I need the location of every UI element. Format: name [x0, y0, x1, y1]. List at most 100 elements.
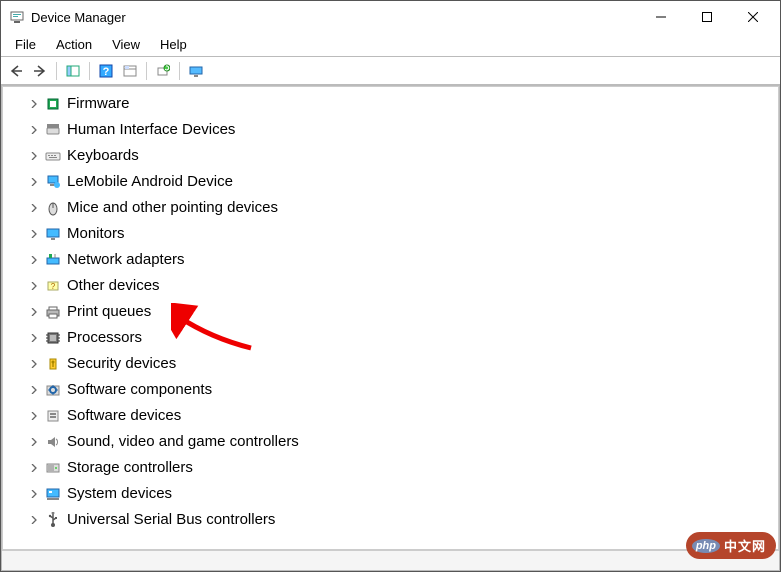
mouse-icon — [45, 200, 61, 216]
watermark-logo: php — [692, 539, 720, 553]
chevron-right-icon[interactable] — [27, 487, 41, 501]
tree-item-software-comp[interactable]: Software components — [9, 377, 778, 403]
device-manager-window: Device Manager File Action View Help ? F… — [0, 0, 781, 572]
toolbar-separator — [56, 62, 57, 80]
tree-item-mouse[interactable]: Mice and other pointing devices — [9, 195, 778, 221]
chevron-right-icon[interactable] — [27, 175, 41, 189]
chevron-right-icon[interactable] — [27, 461, 41, 475]
tree-item-printer[interactable]: Print queues — [9, 299, 778, 325]
usb-icon — [45, 512, 61, 528]
tree-item-label: Other devices — [67, 273, 160, 299]
tree-item-android[interactable]: LeMobile Android Device — [9, 169, 778, 195]
tree-item-label: Sound, video and game controllers — [67, 429, 299, 455]
titlebar: Device Manager — [1, 1, 780, 33]
chevron-right-icon[interactable] — [27, 513, 41, 527]
tree-item-label: Storage controllers — [67, 455, 193, 481]
firmware-icon — [45, 96, 61, 112]
sound-icon — [45, 434, 61, 450]
toolbar: ? — [1, 57, 780, 85]
menu-file[interactable]: File — [5, 35, 46, 54]
chevron-right-icon[interactable] — [27, 383, 41, 397]
storage-icon — [45, 460, 61, 476]
tree-item-label: Universal Serial Bus controllers — [67, 507, 275, 533]
tree-item-label: Print queues — [67, 299, 151, 325]
tree-item-label: Security devices — [67, 351, 176, 377]
tree-item-label: Firmware — [67, 91, 130, 117]
tree-item-hid[interactable]: Human Interface Devices — [9, 117, 778, 143]
tree-item-label: Monitors — [67, 221, 125, 247]
menu-help[interactable]: Help — [150, 35, 197, 54]
tree-item-sound[interactable]: Sound, video and game controllers — [9, 429, 778, 455]
tree-item-security[interactable]: Security devices — [9, 351, 778, 377]
scan-hardware-button[interactable] — [152, 60, 174, 82]
tree-item-network[interactable]: Network adapters — [9, 247, 778, 273]
toolbar-separator — [89, 62, 90, 80]
security-icon — [45, 356, 61, 372]
watermark-text: 中文网 — [724, 536, 766, 555]
chevron-right-icon[interactable] — [27, 253, 41, 267]
svg-text:?: ? — [51, 282, 56, 291]
watermark: php 中文网 — [686, 532, 776, 559]
chevron-right-icon[interactable] — [27, 279, 41, 293]
window-controls — [638, 1, 776, 33]
software-comp-icon — [45, 382, 61, 398]
chevron-right-icon[interactable] — [27, 305, 41, 319]
chevron-right-icon[interactable] — [27, 97, 41, 111]
back-button[interactable] — [5, 60, 27, 82]
statusbar — [2, 550, 779, 570]
app-icon — [9, 9, 25, 25]
tree-item-label: Network adapters — [67, 247, 185, 273]
tree-item-system[interactable]: System devices — [9, 481, 778, 507]
devices-by-connection-button[interactable] — [185, 60, 207, 82]
chevron-right-icon[interactable] — [27, 409, 41, 423]
network-icon — [45, 252, 61, 268]
svg-text:?: ? — [103, 66, 110, 78]
android-icon — [45, 174, 61, 190]
tree-item-label: LeMobile Android Device — [67, 169, 233, 195]
tree-item-software-dev[interactable]: Software devices — [9, 403, 778, 429]
hid-icon — [45, 122, 61, 138]
menu-view[interactable]: View — [102, 35, 150, 54]
content-frame: FirmwareHuman Interface DevicesKeyboards… — [1, 85, 780, 571]
tree-item-label: Keyboards — [67, 143, 139, 169]
chevron-right-icon[interactable] — [27, 435, 41, 449]
chevron-right-icon[interactable] — [27, 149, 41, 163]
software-dev-icon — [45, 408, 61, 424]
close-button[interactable] — [730, 1, 776, 33]
printer-icon — [45, 304, 61, 320]
tree-item-storage[interactable]: Storage controllers — [9, 455, 778, 481]
tree-item-keyboard[interactable]: Keyboards — [9, 143, 778, 169]
tree-item-label: Processors — [67, 325, 142, 351]
tree-item-processor[interactable]: Processors — [9, 325, 778, 351]
monitor-icon — [45, 226, 61, 242]
show-hide-tree-button[interactable] — [62, 60, 84, 82]
tree-item-firmware[interactable]: Firmware — [9, 91, 778, 117]
toolbar-separator — [179, 62, 180, 80]
keyboard-icon — [45, 148, 61, 164]
tree-item-label: Mice and other pointing devices — [67, 195, 278, 221]
chevron-right-icon[interactable] — [27, 123, 41, 137]
tree-item-monitor[interactable]: Monitors — [9, 221, 778, 247]
chevron-right-icon[interactable] — [27, 331, 41, 345]
help-button[interactable]: ? — [95, 60, 117, 82]
chevron-right-icon[interactable] — [27, 227, 41, 241]
chevron-right-icon[interactable] — [27, 201, 41, 215]
other-icon: ? — [45, 278, 61, 294]
tree-item-label: Software devices — [67, 403, 181, 429]
tree-item-label: System devices — [67, 481, 172, 507]
tree-item-label: Software components — [67, 377, 212, 403]
window-title: Device Manager — [31, 10, 126, 25]
menubar: File Action View Help — [1, 33, 780, 57]
device-tree[interactable]: FirmwareHuman Interface DevicesKeyboards… — [2, 86, 779, 550]
minimize-button[interactable] — [638, 1, 684, 33]
tree-item-usb[interactable]: Universal Serial Bus controllers — [9, 507, 778, 533]
maximize-button[interactable] — [684, 1, 730, 33]
toolbar-separator — [146, 62, 147, 80]
chevron-right-icon[interactable] — [27, 357, 41, 371]
forward-button[interactable] — [29, 60, 51, 82]
system-icon — [45, 486, 61, 502]
properties-button[interactable] — [119, 60, 141, 82]
tree-item-other[interactable]: ? Other devices — [9, 273, 778, 299]
menu-action[interactable]: Action — [46, 35, 102, 54]
processor-icon — [45, 330, 61, 346]
